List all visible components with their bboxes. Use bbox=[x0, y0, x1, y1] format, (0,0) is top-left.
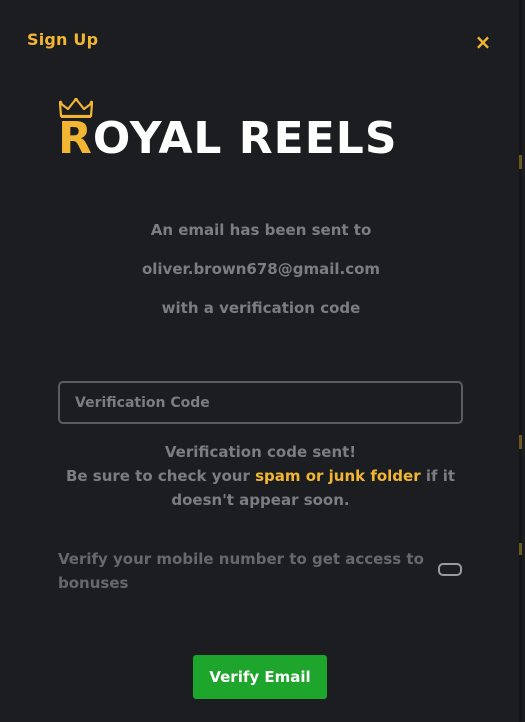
logo-rest: OYAL REELS bbox=[92, 113, 398, 164]
edge-mark bbox=[519, 543, 522, 555]
spam-folder-link[interactable]: spam or junk folder bbox=[255, 467, 421, 485]
edge-mark bbox=[519, 155, 522, 169]
modal-title: Sign Up bbox=[27, 30, 99, 49]
spam-hint-prefix: Be sure to check your bbox=[65, 467, 256, 485]
email-address: oliver.brown678@gmail.com bbox=[141, 260, 381, 278]
royal-reels-logo: ROYAL REELS bbox=[58, 96, 458, 166]
logo-wordmark: ROYAL REELS bbox=[58, 114, 398, 164]
verification-code-text: with a verification code bbox=[161, 299, 361, 317]
edge-mark bbox=[519, 435, 522, 449]
mobile-verify-label: Verify your mobile number to get access … bbox=[58, 550, 424, 592]
email-sent-text: An email has been sent to bbox=[150, 221, 372, 239]
spam-hint-text: Be sure to check your spam or junk folde… bbox=[58, 464, 463, 512]
signup-modal: Sign Up × ROYAL REELS An email has been … bbox=[0, 0, 522, 722]
verification-code-input[interactable] bbox=[58, 381, 463, 424]
logo-first-letter: R bbox=[58, 113, 93, 164]
close-icon[interactable]: × bbox=[473, 30, 493, 54]
code-sent-text: Verification code sent! bbox=[164, 443, 357, 461]
mobile-verify-toggle[interactable] bbox=[438, 563, 462, 576]
modal-scrollbar-edge bbox=[519, 0, 522, 722]
verify-email-button[interactable]: Verify Email bbox=[193, 655, 327, 699]
